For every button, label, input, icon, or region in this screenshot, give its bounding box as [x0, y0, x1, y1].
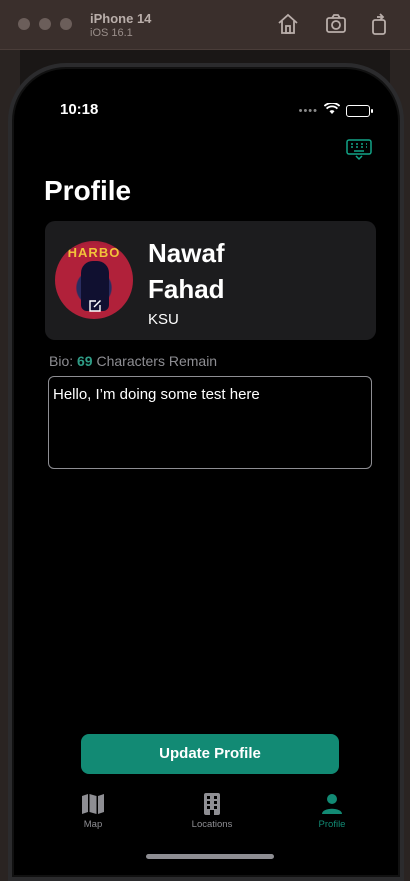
profile-name: Nawaf Fahad: [148, 235, 225, 307]
tab-locations-label: Locations: [191, 819, 233, 830]
rotate-icon[interactable]: [368, 12, 392, 36]
bio-label-prefix: Bio:: [49, 353, 74, 369]
profile-organization: KSU: [148, 311, 179, 328]
update-profile-button[interactable]: Update Profile: [81, 734, 339, 774]
building-icon: [172, 793, 252, 815]
status-bar-time: 10:18: [60, 101, 99, 118]
bio-label: Bio: 69 Characters Remain: [49, 353, 217, 369]
person-icon: [292, 793, 372, 815]
avatar-artwork-text: HARBO: [67, 245, 121, 260]
tab-map[interactable]: Map: [53, 793, 133, 830]
tab-locations[interactable]: Locations: [172, 793, 252, 830]
bio-textarea[interactable]: Hello, I’m doing some test here: [48, 376, 372, 469]
screenshot-icon[interactable]: [324, 12, 348, 36]
signal-dots-icon: ••••: [298, 105, 318, 117]
bio-remaining-count: 69: [77, 353, 93, 369]
minimize-window-button[interactable]: [39, 18, 51, 30]
profile-card: HARBO Nawaf Fahad KSU: [45, 221, 376, 340]
tab-profile[interactable]: Profile: [292, 793, 372, 830]
simulator-os-version: iOS 16.1: [90, 27, 133, 39]
profile-first-name: Nawaf: [148, 238, 225, 268]
profile-last-name: Fahad: [148, 274, 225, 304]
close-window-button[interactable]: [18, 18, 30, 30]
page-title: Profile: [44, 175, 132, 206]
bio-label-suffix: Characters Remain: [96, 353, 218, 369]
home-icon[interactable]: [276, 12, 300, 36]
zoom-window-button[interactable]: [60, 18, 72, 30]
wifi-icon: [323, 102, 341, 120]
phone-frame: 10:18 •••• Profile HARBO Nawaf Fahad KSU…: [8, 63, 404, 881]
map-icon: [53, 793, 133, 815]
status-bar-indicators: ••••: [298, 102, 373, 120]
tab-bar: Map Locations Profile: [14, 793, 398, 843]
keyboard-icon[interactable]: [346, 139, 372, 161]
home-indicator[interactable]: [146, 854, 274, 859]
tab-map-label: Map: [83, 819, 103, 830]
simulator-device-name: iPhone 14: [90, 11, 152, 26]
tab-profile-label: Profile: [318, 819, 346, 830]
phone-screen: 10:18 •••• Profile HARBO Nawaf Fahad KSU…: [12, 67, 400, 877]
edit-avatar-icon[interactable]: [87, 298, 103, 314]
simulator-title-bar: iPhone 14 iOS 16.1: [0, 0, 410, 50]
battery-icon: [346, 105, 373, 117]
